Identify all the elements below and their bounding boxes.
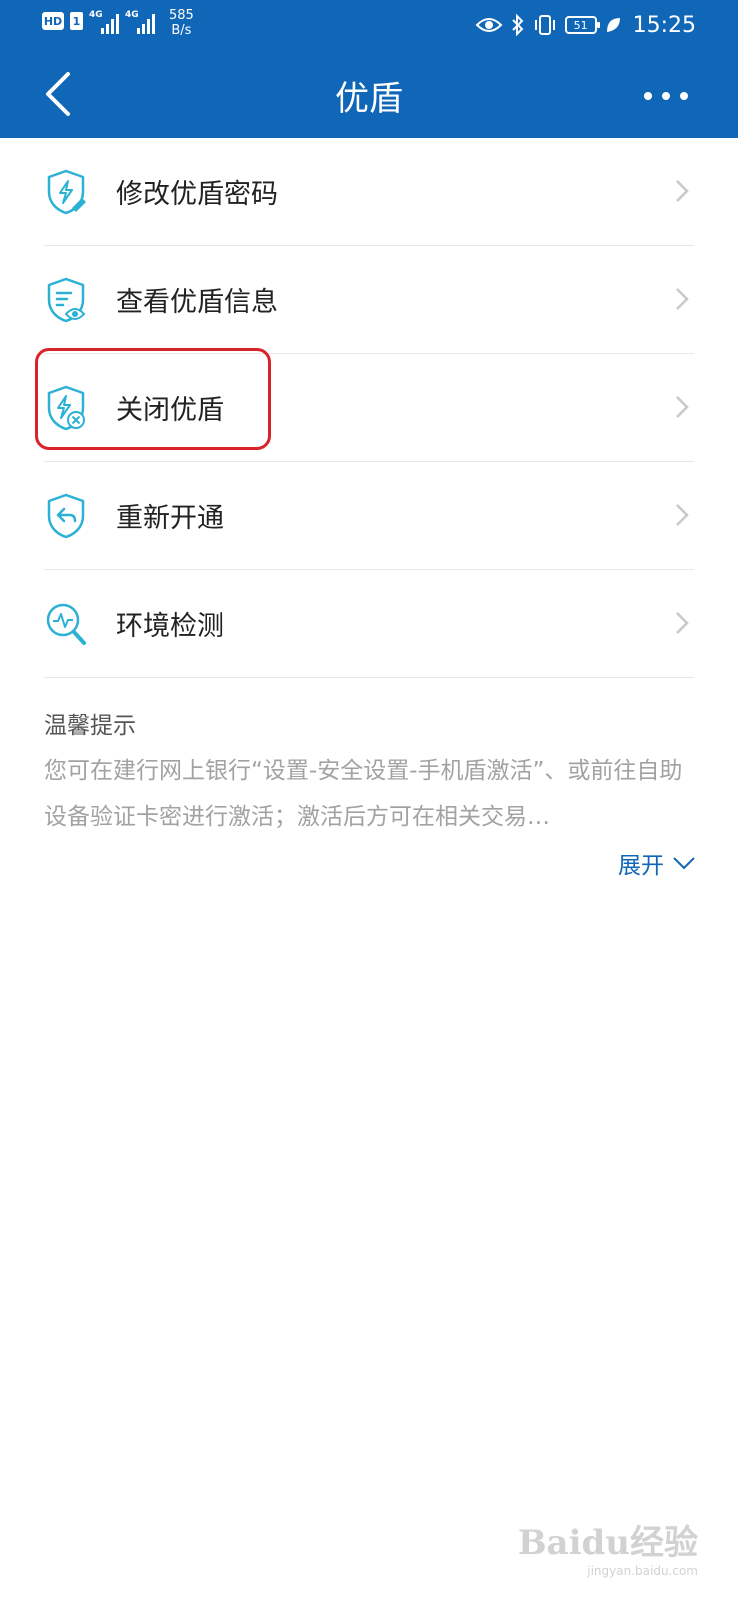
shield-edit-icon xyxy=(47,169,86,215)
chevron-right-icon xyxy=(676,396,689,418)
menu-item-close-shield[interactable]: 关闭优盾 xyxy=(44,354,694,462)
eye-icon xyxy=(475,18,503,32)
more-dot-icon xyxy=(644,92,652,100)
chevron-right-icon xyxy=(676,504,689,526)
chevron-right-icon xyxy=(676,180,689,202)
more-dot-icon xyxy=(680,92,688,100)
signal-icon: 4G xyxy=(89,10,119,34)
page-title: 优盾 xyxy=(335,79,403,119)
battery-icon: 51 xyxy=(564,16,600,34)
menu-item-label: 重新开通 xyxy=(116,503,224,534)
tips-title: 温馨提示 xyxy=(44,713,136,739)
speed-unit: B/s xyxy=(171,23,192,38)
more-button[interactable] xyxy=(644,81,688,111)
expand-label: 展开 xyxy=(618,853,664,879)
network-type-label: 4G xyxy=(89,10,103,20)
baidu-watermark: Baidu经验 jingyan.baidu.com xyxy=(518,1515,698,1578)
clock: 15:25 xyxy=(632,12,696,38)
menu-item-label: 修改优盾密码 xyxy=(116,179,278,210)
chevron-down-icon xyxy=(673,857,695,870)
app-header: HD 1 4G 4G 585 B/s 51 15:25 优盾 xyxy=(0,0,738,138)
status-left: HD 1 4G 4G 585 B/s xyxy=(42,8,194,38)
menu-item-label: 关闭优盾 xyxy=(116,395,224,426)
menu-item-reopen[interactable]: 重新开通 xyxy=(44,462,694,570)
watermark-brand: Baidu经验 xyxy=(517,1523,698,1563)
battery-level: 51 xyxy=(573,18,588,32)
leaf-icon xyxy=(606,18,620,32)
shield-close-icon xyxy=(47,385,85,431)
bluetooth-icon xyxy=(511,14,524,36)
network-type-label: 4G xyxy=(125,10,139,20)
nav-bar: 优盾 xyxy=(0,55,738,135)
chevron-right-icon xyxy=(676,288,689,310)
watermark-url: jingyan.baidu.com xyxy=(587,1564,698,1578)
more-dot-icon xyxy=(662,92,670,100)
menu-item-label: 环境检测 xyxy=(116,611,224,642)
menu-item-label: 查看优盾信息 xyxy=(116,287,278,318)
shield-reopen-icon xyxy=(47,493,85,539)
menu-item-change-password[interactable]: 修改优盾密码 xyxy=(44,138,694,246)
sim-badge: 1 xyxy=(70,12,83,30)
network-speed: 585 B/s xyxy=(169,8,194,38)
shield-view-icon xyxy=(47,277,86,323)
environment-scan-icon xyxy=(46,603,86,645)
signal-icon: 4G xyxy=(125,10,155,34)
chevron-right-icon xyxy=(676,612,689,634)
hd-badge: HD xyxy=(42,12,64,30)
vibrate-icon xyxy=(534,15,555,35)
expand-button[interactable]: 展开 xyxy=(618,846,696,880)
menu-item-environment-check[interactable]: 环境检测 xyxy=(44,570,694,678)
menu-item-view-info[interactable]: 查看优盾信息 xyxy=(44,246,694,354)
tips-body: 您可在建行网上银行“设置-安全设置-手机盾激活”、或前往自助设备验证卡密进行激活… xyxy=(44,758,683,830)
menu-list: 修改优盾密码 查看优盾信息 关闭优盾 重新开通 环境检测 xyxy=(44,138,694,678)
status-bar: HD 1 4G 4G 585 B/s 51 15:25 xyxy=(0,0,738,50)
status-right: 51 15:25 xyxy=(475,12,696,38)
speed-value: 585 xyxy=(169,8,194,23)
